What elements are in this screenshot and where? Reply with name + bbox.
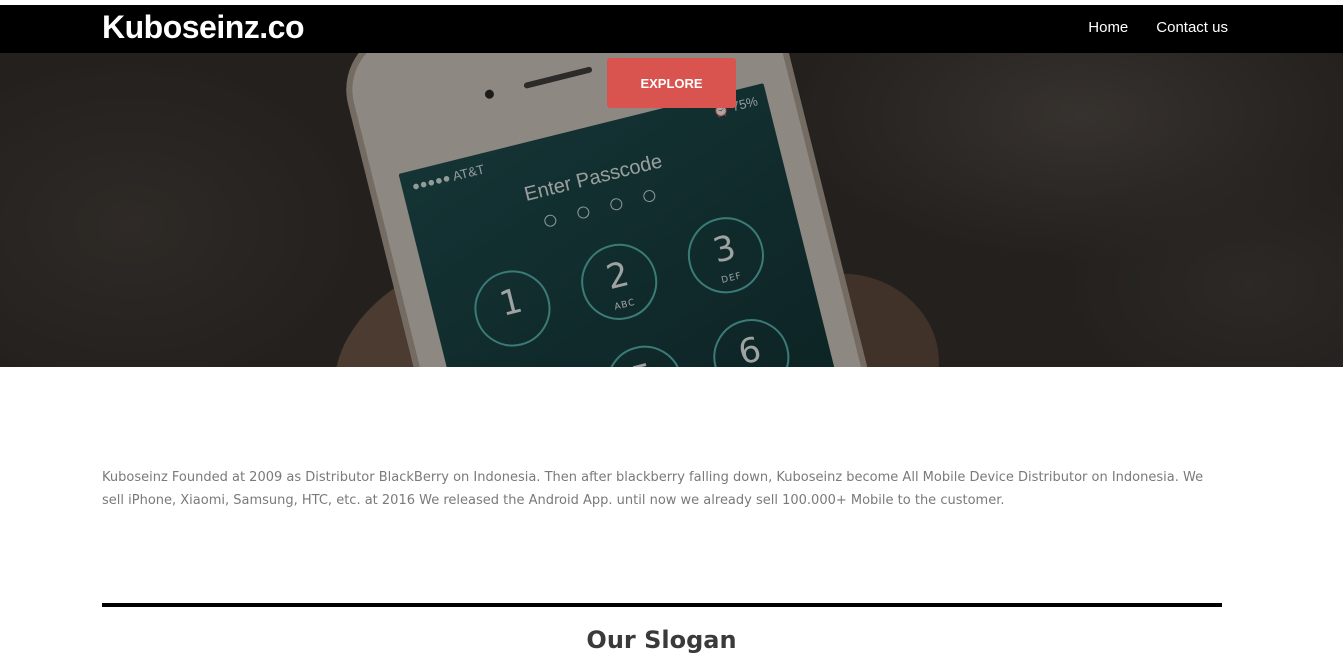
slogan-heading: Our Slogan bbox=[586, 626, 737, 654]
brand-logo[interactable]: Kuboseinz.co bbox=[102, 9, 305, 46]
about-paragraph: Kuboseinz Founded at 2009 as Distributor… bbox=[102, 470, 1204, 508]
explore-button[interactable]: EXPLORE bbox=[607, 58, 736, 108]
nav-links: Home Contact us bbox=[1088, 19, 1228, 36]
nav-link-home[interactable]: Home bbox=[1088, 19, 1128, 36]
top-navbar: Kuboseinz.co Home Contact us bbox=[0, 5, 1343, 53]
nav-link-contact[interactable]: Contact us bbox=[1156, 19, 1228, 36]
section-divider bbox=[102, 603, 1222, 607]
